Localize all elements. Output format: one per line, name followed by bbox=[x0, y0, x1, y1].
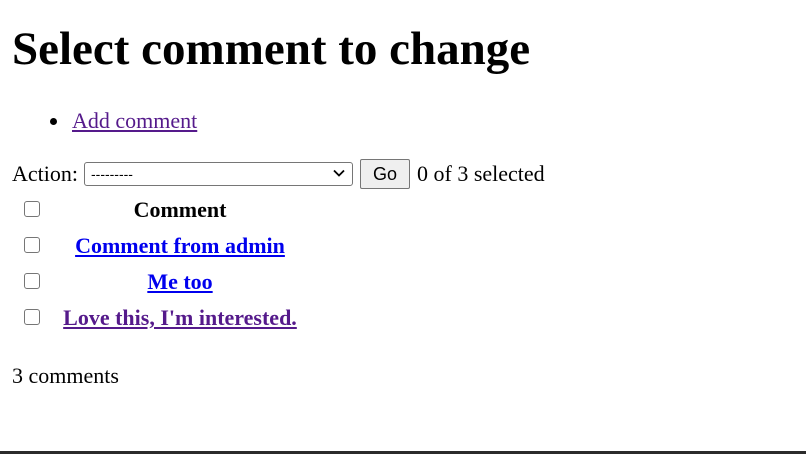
bullet-icon bbox=[50, 118, 57, 125]
row-checkbox[interactable] bbox=[24, 273, 40, 289]
table-row: Love this, I'm interested. bbox=[53, 305, 307, 331]
table-row: Me too bbox=[53, 269, 307, 295]
result-count: 3 comments bbox=[12, 363, 119, 388]
chevron-down-icon bbox=[333, 169, 345, 177]
comment-link[interactable]: Comment from admin bbox=[75, 233, 285, 258]
selection-counter: 0 of 3 selected bbox=[417, 161, 545, 186]
table-row: Comment from admin bbox=[53, 233, 307, 259]
select-all-checkbox[interactable] bbox=[24, 201, 40, 217]
action-select-value: --------- bbox=[91, 166, 133, 182]
column-header-comment: Comment bbox=[133, 197, 227, 222]
actions-bar: Action: --------- Go 0 of 3 selected bbox=[12, 159, 545, 189]
page-title: Select comment to change bbox=[12, 23, 531, 75]
object-tools-item: Add comment bbox=[48, 106, 197, 136]
comment-link[interactable]: Me too bbox=[147, 269, 212, 294]
add-comment-link[interactable]: Add comment bbox=[72, 108, 197, 133]
row-checkbox[interactable] bbox=[24, 309, 40, 325]
action-label: Action: bbox=[12, 161, 78, 186]
comment-link[interactable]: Love this, I'm interested. bbox=[63, 305, 297, 330]
object-tools: Add comment bbox=[48, 106, 197, 136]
go-button[interactable]: Go bbox=[360, 159, 410, 189]
action-select[interactable]: --------- bbox=[84, 162, 353, 186]
row-checkbox[interactable] bbox=[24, 237, 40, 253]
